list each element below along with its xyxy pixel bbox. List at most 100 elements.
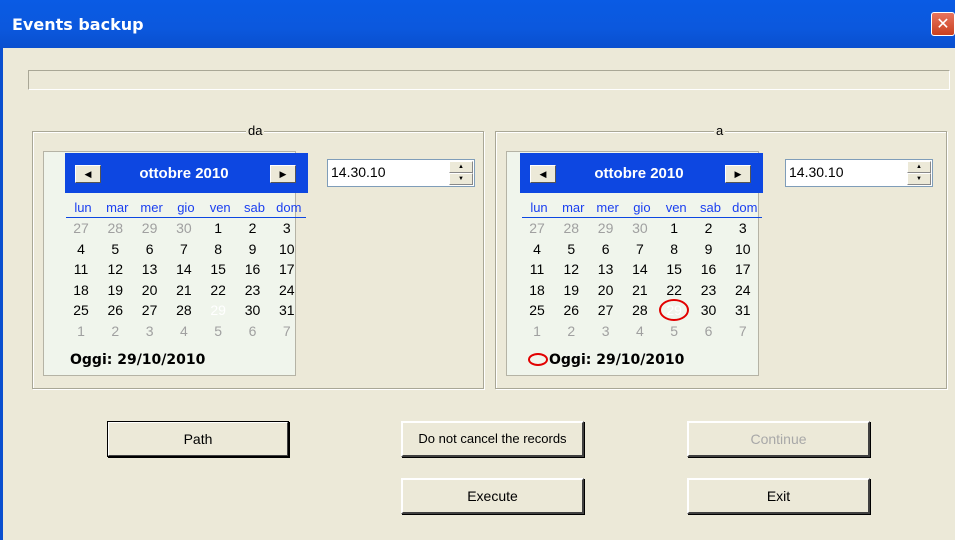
to-day-cell[interactable]: 28 (623, 300, 657, 320)
from-day-cell[interactable]: 20 (133, 280, 167, 300)
to-day-cell[interactable]: 19 (554, 280, 588, 300)
to-day-cell[interactable]: 26 (554, 300, 588, 320)
from-day-cell[interactable]: 21 (167, 280, 201, 300)
to-day-cell[interactable]: 14 (623, 259, 657, 279)
to-day-cell[interactable]: 17 (726, 259, 760, 279)
from-day-cell[interactable]: 11 (64, 259, 98, 279)
spin-up-icon[interactable]: ▲ (907, 161, 931, 173)
from-day-cell[interactable]: 28 (98, 218, 132, 238)
to-day-cell[interactable]: 24 (726, 280, 760, 300)
to-day-cell[interactable]: 30 (623, 218, 657, 238)
from-day-cell[interactable]: 22 (201, 280, 235, 300)
to-day-cell[interactable]: 8 (657, 239, 691, 259)
to-day-cell[interactable]: 5 (657, 321, 691, 341)
to-day-cell[interactable]: 3 (589, 321, 623, 341)
to-day-cell[interactable]: 23 (692, 280, 726, 300)
to-day-cell[interactable]: 9 (692, 239, 726, 259)
to-day-cell[interactable]: 21 (623, 280, 657, 300)
to-day-cell[interactable]: 31 (726, 300, 760, 320)
from-day-cell[interactable]: 13 (133, 259, 167, 279)
from-prev-month-button[interactable]: ◀ (75, 165, 101, 183)
from-day-cell[interactable]: 4 (64, 239, 98, 259)
to-day-cell[interactable]: 29 (589, 218, 623, 238)
spin-down-icon[interactable]: ▼ (907, 173, 931, 185)
from-day-cell[interactable]: 16 (236, 259, 270, 279)
to-day-cell[interactable]: 3 (726, 218, 760, 238)
to-day-cell[interactable]: 25 (520, 300, 554, 320)
to-next-month-button[interactable]: ▶ (725, 165, 751, 183)
to-day-cell[interactable]: 18 (520, 280, 554, 300)
from-time-value[interactable]: 14.30.10 (331, 164, 386, 180)
to-day-cell[interactable]: 6 (589, 239, 623, 259)
from-day-cell[interactable]: 17 (270, 259, 304, 279)
to-prev-month-button[interactable]: ◀ (530, 165, 556, 183)
from-day-cell[interactable]: 10 (270, 239, 304, 259)
to-day-cell[interactable]: 4 (623, 321, 657, 341)
to-today-label[interactable]: Oggi: 29/10/2010 (549, 352, 684, 368)
from-day-cell[interactable]: 5 (201, 321, 235, 341)
from-day-cell[interactable]: 9 (236, 239, 270, 259)
to-day-cell[interactable]: 15 (657, 259, 691, 279)
to-day-cell[interactable]: 6 (692, 321, 726, 341)
from-day-cell[interactable]: 30 (236, 300, 270, 320)
from-day-cell[interactable]: 28 (167, 300, 201, 320)
to-day-cell[interactable]: 2 (554, 321, 588, 341)
exit-button[interactable]: Exit (687, 478, 870, 514)
to-day-cell[interactable]: 5 (554, 239, 588, 259)
from-day-cell[interactable]: 6 (133, 239, 167, 259)
from-day-cell[interactable]: 7 (270, 321, 304, 341)
from-day-cell[interactable]: 27 (133, 300, 167, 320)
spin-up-icon[interactable]: ▲ (449, 161, 473, 173)
from-day-cell[interactable]: 31 (270, 300, 304, 320)
to-day-cell[interactable]: 22 (657, 280, 691, 300)
from-day-cell[interactable]: 30 (167, 218, 201, 238)
from-day-cell[interactable]: 4 (167, 321, 201, 341)
to-day-cell[interactable]: 4 (520, 239, 554, 259)
to-day-cell[interactable]: 1 (657, 218, 691, 238)
from-day-cell[interactable]: 2 (98, 321, 132, 341)
to-day-cell[interactable]: 12 (554, 259, 588, 279)
from-day-cell[interactable]: 5 (98, 239, 132, 259)
from-day-cell[interactable]: 27 (64, 218, 98, 238)
path-button[interactable]: Path (107, 421, 289, 457)
to-day-cell[interactable]: 27 (520, 218, 554, 238)
to-time-spinner[interactable]: ▲ ▼ (907, 161, 931, 185)
from-day-cell[interactable]: 3 (133, 321, 167, 341)
to-day-cell[interactable]: 1 (520, 321, 554, 341)
from-day-cell[interactable]: 24 (270, 280, 304, 300)
from-day-cell[interactable]: 29 (201, 300, 235, 320)
from-today-label[interactable]: Oggi: 29/10/2010 (70, 352, 205, 368)
from-day-cell[interactable]: 23 (236, 280, 270, 300)
do-not-cancel-records-button[interactable]: Do not cancel the records (401, 421, 584, 457)
from-day-cell[interactable]: 1 (64, 321, 98, 341)
from-day-cell[interactable]: 8 (201, 239, 235, 259)
from-time-spinner[interactable]: ▲ ▼ (449, 161, 473, 185)
to-day-cell[interactable]: 7 (623, 239, 657, 259)
from-day-cell[interactable]: 25 (64, 300, 98, 320)
to-day-cell[interactable]: 20 (589, 280, 623, 300)
to-day-cell[interactable]: 2 (692, 218, 726, 238)
execute-button[interactable]: Execute (401, 478, 584, 514)
from-next-month-button[interactable]: ▶ (270, 165, 296, 183)
from-day-cell[interactable]: 7 (167, 239, 201, 259)
to-day-cell[interactable]: 11 (520, 259, 554, 279)
from-day-cell[interactable]: 15 (201, 259, 235, 279)
from-day-cell[interactable]: 26 (98, 300, 132, 320)
from-day-cell[interactable]: 29 (133, 218, 167, 238)
from-day-cell[interactable]: 1 (201, 218, 235, 238)
from-day-cell[interactable]: 2 (236, 218, 270, 238)
spin-down-icon[interactable]: ▼ (449, 173, 473, 185)
close-button[interactable]: ✕ (931, 12, 955, 36)
to-day-cell[interactable]: 7 (726, 321, 760, 341)
from-day-cell[interactable]: 12 (98, 259, 132, 279)
from-day-cell[interactable]: 18 (64, 280, 98, 300)
to-time-value[interactable]: 14.30.10 (789, 164, 844, 180)
to-day-cell[interactable]: 28 (554, 218, 588, 238)
from-day-cell[interactable]: 14 (167, 259, 201, 279)
to-day-cell[interactable]: 16 (692, 259, 726, 279)
from-day-cell[interactable]: 3 (270, 218, 304, 238)
from-day-cell[interactable]: 6 (236, 321, 270, 341)
to-day-cell[interactable]: 30 (692, 300, 726, 320)
from-time-field[interactable]: 14.30.10 ▲ ▼ (327, 159, 475, 187)
to-day-cell[interactable]: 27 (589, 300, 623, 320)
